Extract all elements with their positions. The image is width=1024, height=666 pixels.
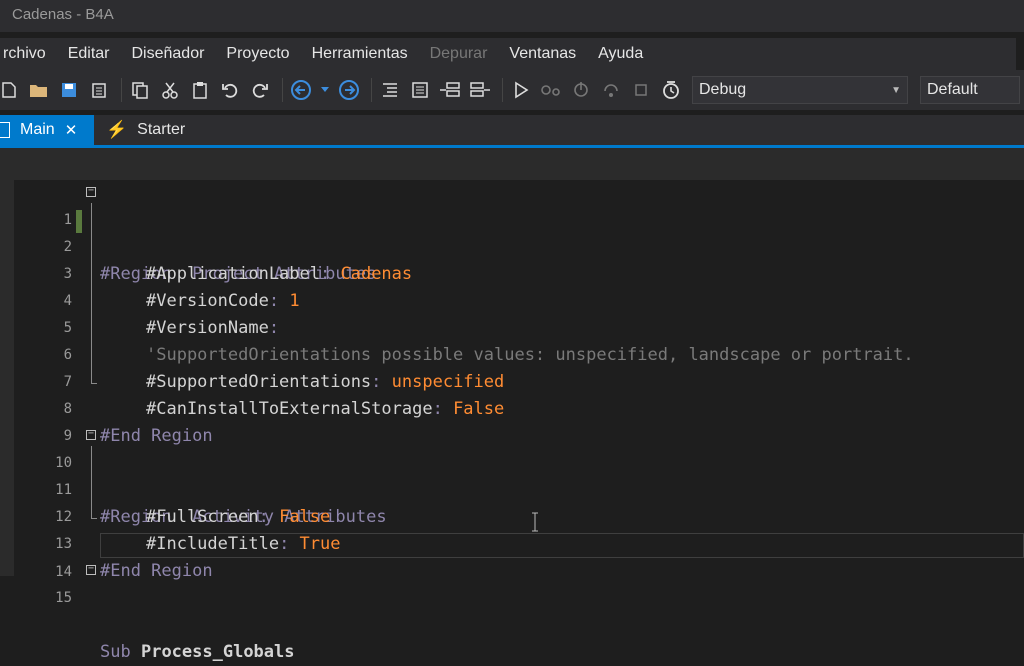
menu-ayuda[interactable]: Ayuda [587,45,654,63]
build-mode-select[interactable]: Debug ▼ [692,76,908,104]
dropdown-arrow-icon[interactable] [318,77,332,103]
tab-starter[interactable]: ⚡ Starter [94,115,195,145]
run-icon[interactable] [508,77,534,103]
redo-icon[interactable] [247,77,273,103]
new-file-icon[interactable] [0,77,22,103]
undo-icon[interactable] [217,77,243,103]
navigate-back-icon[interactable] [288,77,314,103]
toolbar-separator [371,78,372,102]
code-line: 10 − #Region Activity Attributes [0,423,1024,528]
editor-header-bar [0,148,1024,180]
collapse-region-icon[interactable]: − [86,186,96,197]
menu-archivo[interactable]: rchivo [0,45,57,63]
code-line: 3 #VersionCode: 1 [0,234,1024,311]
toolbar-separator [282,78,283,102]
toolbar-separator [502,78,503,102]
navigate-forward-icon[interactable] [336,77,362,103]
menu-ventanas[interactable]: Ventanas [498,45,587,63]
configuration-select[interactable]: Default [920,76,1020,104]
code-line: 5 'SupportedOrientations possible values… [0,288,1024,365]
text-cursor-icon [532,512,538,532]
tab-main-label: Main [20,121,55,138]
lightning-icon: ⚡ [106,120,128,139]
stop-icon[interactable] [628,77,654,103]
cut-icon[interactable] [157,77,183,103]
menu-disenador[interactable]: Diseñador [120,45,215,63]
build-mode-value: Debug [699,81,747,98]
save-all-icon[interactable] [86,77,112,103]
indent-icon[interactable] [467,77,493,103]
code-line: 8 #End Region [0,369,1024,446]
step-over-icon[interactable] [598,77,624,103]
menu-herramientas[interactable]: Herramientas [301,45,419,63]
menu-editar[interactable]: Editar [57,45,121,63]
step-into-icon[interactable] [568,77,594,103]
tab-main[interactable]: Main ✕ [0,115,94,145]
open-folder-icon[interactable] [26,77,52,103]
code-line: 11 #FullScreen: False [0,450,1024,527]
document-icon [0,122,10,138]
menu-depurar[interactable]: Depurar [419,45,499,63]
code-line: 1 − #Region Project Attributes [0,180,1024,285]
uncomment-icon[interactable] [407,77,433,103]
chevron-down-icon: ▼ [891,84,901,96]
line-number: 15 [55,590,72,606]
close-icon[interactable]: ✕ [65,121,78,139]
code-line: 9 [0,396,1024,444]
toolbar-separator [121,78,122,102]
collapse-region-icon[interactable]: − [86,429,96,440]
tab-starter-label: Starter [137,121,186,138]
sub-name: Process_Globals [140,642,295,662]
sub-declaration: Sub Process_Globals [100,639,295,666]
restart-icon[interactable] [658,77,684,103]
sub-keyword: Sub [100,642,131,662]
code-line: 7 #CanInstallToExternalStorage: False [0,342,1024,419]
save-icon[interactable] [56,77,82,103]
code-line: 12 #IncludeTitle: True [0,477,1024,554]
outdent-icon[interactable] [437,77,463,103]
comment-icon[interactable] [377,77,403,103]
collapse-region-icon[interactable]: − [86,564,96,575]
window-title: Cadenas - B4A [12,6,114,23]
code-line: 14 [0,532,1024,580]
step-icon[interactable] [538,77,564,103]
paste-icon[interactable] [187,77,213,103]
configuration-value: Default [927,81,978,98]
menu-proyecto[interactable]: Proyecto [215,45,300,63]
title-bar: Cadenas - B4A [0,0,1024,32]
code-line: 4 #VersionName: [0,261,1024,338]
code-line: 15 − Sub Process_Globals [0,558,1024,663]
code-line: 13 #End Region [0,504,1024,581]
toolbar: Debug ▼ Default [0,70,1024,110]
copy-icon[interactable] [127,77,153,103]
menu-bar: rchivo Editar Diseñador Proyecto Herrami… [0,38,1016,70]
code-line: 2 #ApplicationLabel: Cadenas [0,207,1024,284]
document-tabs: Main ✕ ⚡ Starter [0,115,1024,145]
code-line: 6 #SupportedOrientations: unspecified [0,315,1024,392]
